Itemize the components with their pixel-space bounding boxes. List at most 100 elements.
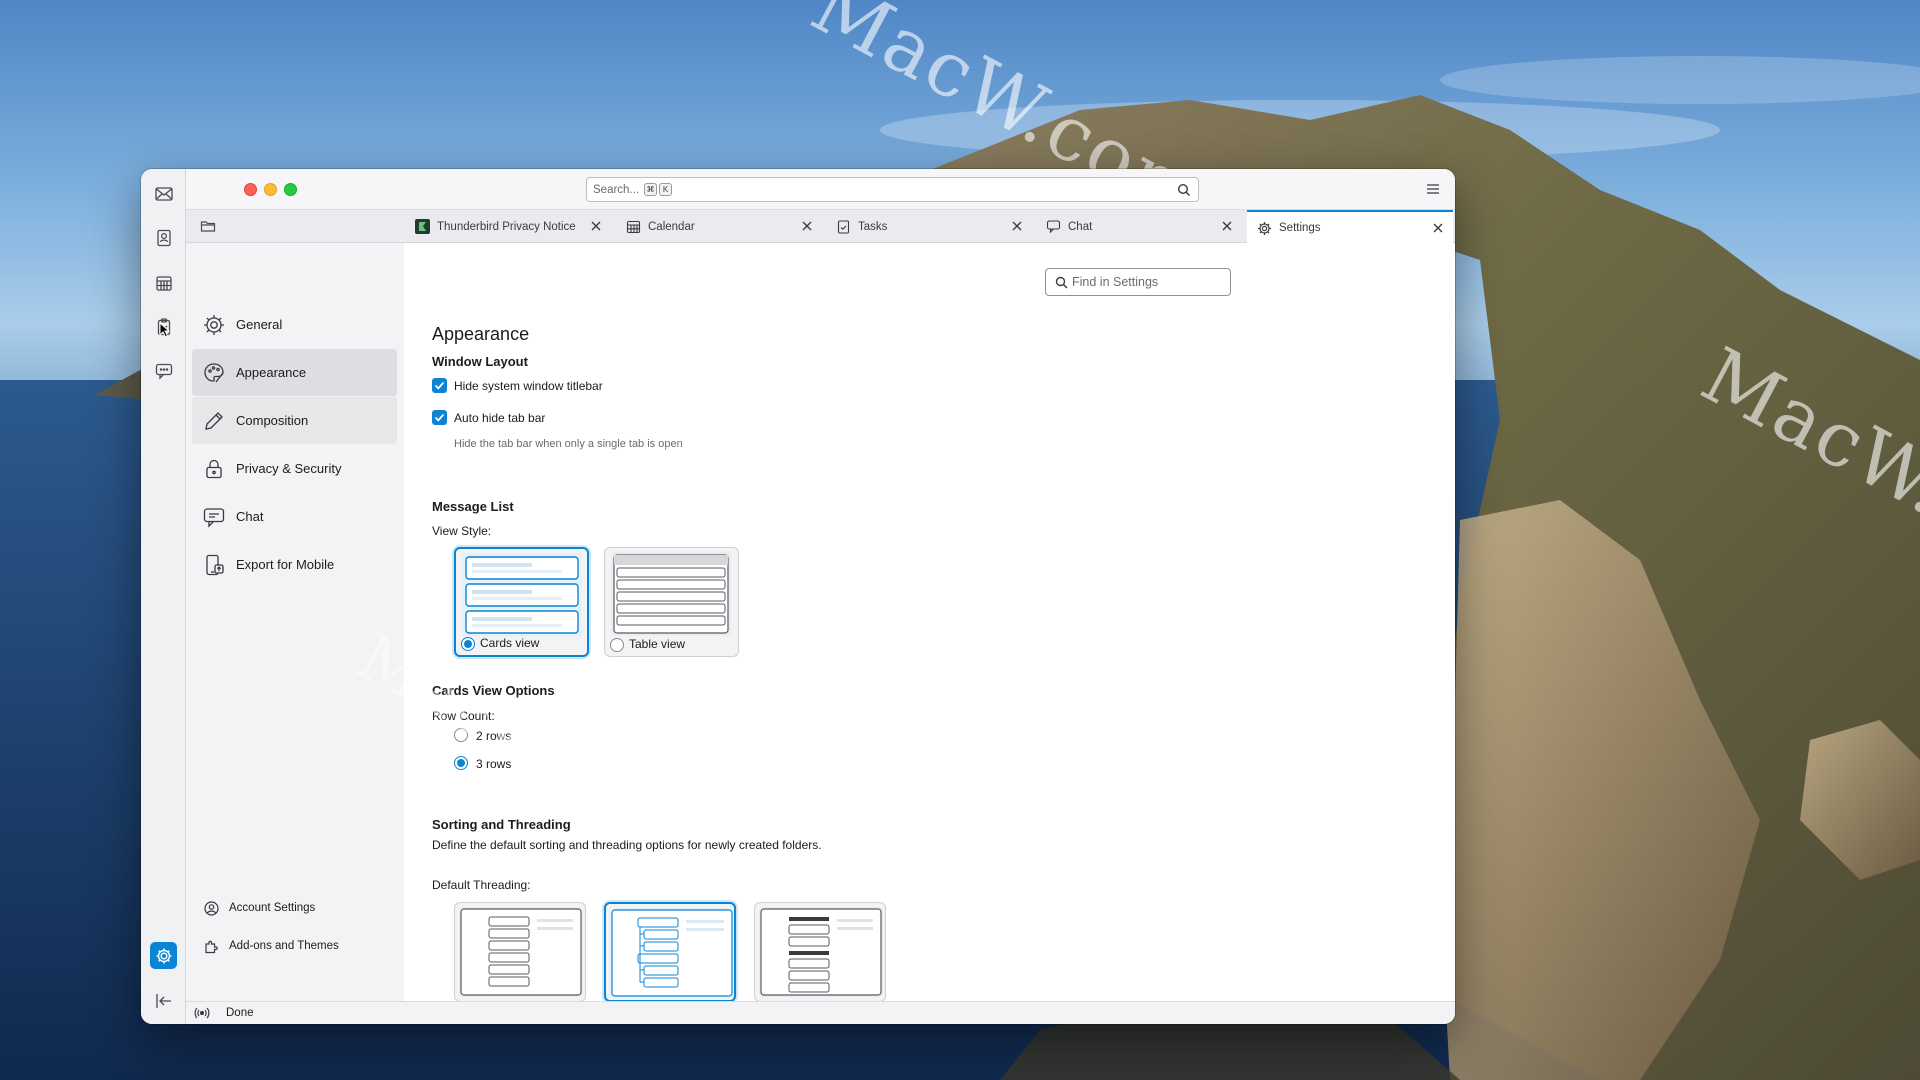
status-bar: Done — [186, 1001, 1455, 1024]
settings-space-button[interactable] — [150, 942, 177, 969]
global-search-field[interactable]: Search... ⌘ K — [586, 177, 1199, 202]
nav-item-label: Chat — [236, 509, 264, 524]
gear-icon — [1258, 221, 1271, 235]
grouped-preview — [759, 907, 883, 997]
nav-item-composition[interactable]: Composition — [192, 397, 397, 444]
shortcut-command-key: ⌘ — [644, 183, 658, 196]
calendar-icon — [155, 275, 172, 291]
cards-view-option[interactable]: Cards view — [454, 547, 589, 657]
tab-privacy-notice[interactable]: Thunderbird Privacy Notice — [405, 210, 611, 243]
search-icon[interactable] — [1177, 183, 1191, 197]
nav-item-label: Privacy & Security — [236, 461, 342, 476]
tab-chat[interactable]: Chat — [1036, 210, 1242, 243]
table-view-radio[interactable] — [610, 638, 624, 652]
account-settings-icon — [204, 900, 219, 916]
tab-tasks[interactable]: Tasks — [826, 210, 1032, 243]
sorting-description: Define the default sorting and threading… — [432, 838, 822, 852]
chat-icon — [155, 363, 172, 380]
status-text: Done — [226, 1007, 254, 1019]
mobile-export-icon — [206, 554, 224, 575]
tab-strip: Thunderbird Privacy Notice Calendar Task… — [186, 210, 1455, 244]
table-view-option[interactable]: Table view — [604, 547, 739, 657]
table-view-preview — [611, 552, 731, 636]
tab-calendar[interactable]: Calendar — [616, 210, 822, 243]
palette-icon — [204, 362, 224, 382]
tab-label: Calendar — [648, 220, 695, 233]
account-settings-link[interactable]: Account Settings — [203, 896, 315, 920]
find-in-settings-input[interactable]: Find in Settings — [1045, 268, 1231, 296]
nav-item-general[interactable]: General — [192, 301, 397, 348]
grouped-option[interactable] — [754, 902, 886, 1001]
gear-icon — [156, 948, 171, 963]
tab-label: Settings — [1279, 222, 1321, 234]
search-placeholder: Search... — [593, 183, 640, 196]
chat-icon — [203, 507, 225, 528]
auto-hide-tabbar-label[interactable]: Auto hide tab bar — [454, 411, 545, 425]
nav-item-export-mobile[interactable]: Export for Mobile — [192, 541, 397, 588]
auto-hide-tabbar-checkbox[interactable] — [432, 410, 447, 425]
page-title: Appearance — [432, 324, 530, 344]
puzzle-icon — [205, 940, 218, 953]
chat-space-button[interactable] — [150, 357, 177, 384]
checkmark-icon — [434, 413, 445, 422]
window-minimize-button[interactable] — [264, 183, 277, 196]
pencil-icon — [205, 411, 223, 430]
lock-icon — [206, 459, 222, 478]
app-menu-icon[interactable] — [1425, 181, 1441, 197]
nav-item-privacy-security[interactable]: Privacy & Security — [192, 445, 397, 492]
calendar-icon — [626, 220, 641, 234]
addons-themes-link[interactable]: Add-ons and Themes — [203, 934, 339, 958]
threaded-option[interactable] — [604, 902, 736, 1001]
close-icon[interactable] — [1432, 222, 1444, 234]
folder-icon[interactable] — [200, 219, 216, 233]
search-icon — [1055, 276, 1068, 289]
nav-item-label: General — [236, 317, 283, 332]
hide-titlebar-label[interactable]: Hide system window titlebar — [454, 379, 603, 393]
section-heading: Sorting and Threading — [432, 817, 571, 832]
collapse-left-icon — [155, 993, 171, 1008]
mail-space-button[interactable] — [150, 180, 177, 207]
close-icon[interactable] — [1221, 220, 1233, 232]
thunderbird-window: Search... ⌘ K Thunderbird Privacy Notice… — [141, 169, 1455, 1024]
tab-label: Tasks — [858, 220, 888, 233]
nav-item-chat[interactable]: Chat — [192, 493, 397, 540]
chat-icon — [1046, 220, 1061, 234]
section-heading: Window Layout — [432, 354, 528, 369]
cards-view-radio[interactable] — [461, 637, 475, 651]
gear-icon — [204, 314, 224, 335]
tab-label: Chat — [1068, 220, 1093, 233]
nav-link-label: Account Settings — [229, 902, 316, 914]
threaded-preview — [610, 908, 734, 998]
hide-titlebar-checkbox[interactable] — [432, 378, 447, 393]
address-book-icon — [156, 229, 171, 246]
collapse-spaces-button[interactable] — [150, 987, 177, 1014]
close-icon[interactable] — [590, 220, 602, 232]
calendar-space-button[interactable] — [150, 269, 177, 296]
table-view-label: Table view — [629, 637, 686, 651]
tab-settings[interactable]: Settings — [1247, 210, 1453, 244]
title-bar: Search... ⌘ K — [186, 169, 1455, 210]
nav-item-appearance[interactable]: Appearance — [192, 349, 397, 396]
thunderbird-icon — [415, 219, 430, 234]
close-icon[interactable] — [801, 220, 813, 232]
window-close-button[interactable] — [244, 183, 257, 196]
nav-link-label: Add-ons and Themes — [229, 940, 339, 952]
close-icon[interactable] — [1011, 220, 1023, 232]
nav-item-label: Export for Mobile — [236, 557, 335, 572]
window-maximize-button[interactable] — [284, 183, 297, 196]
mail-icon — [154, 186, 173, 201]
shortcut-k-key: K — [659, 183, 673, 196]
unthreaded-option[interactable] — [454, 902, 586, 1001]
online-status-icon[interactable] — [194, 1006, 210, 1020]
auto-hide-hint: Hide the tab bar when only a single tab … — [454, 438, 683, 450]
address-book-space-button[interactable] — [150, 224, 177, 251]
three-rows-radio[interactable] — [454, 756, 468, 770]
view-style-label: View Style: — [432, 524, 492, 538]
spaces-toolbar — [141, 169, 186, 1024]
nav-item-label: Appearance — [236, 365, 307, 380]
mouse-cursor-icon — [159, 322, 171, 338]
checkmark-icon — [434, 381, 445, 390]
cards-view-preview — [462, 553, 582, 637]
tab-label: Thunderbird Privacy Notice — [437, 220, 576, 233]
settings-content: Find in Settings Appearance Window Layou… — [404, 243, 1455, 1001]
